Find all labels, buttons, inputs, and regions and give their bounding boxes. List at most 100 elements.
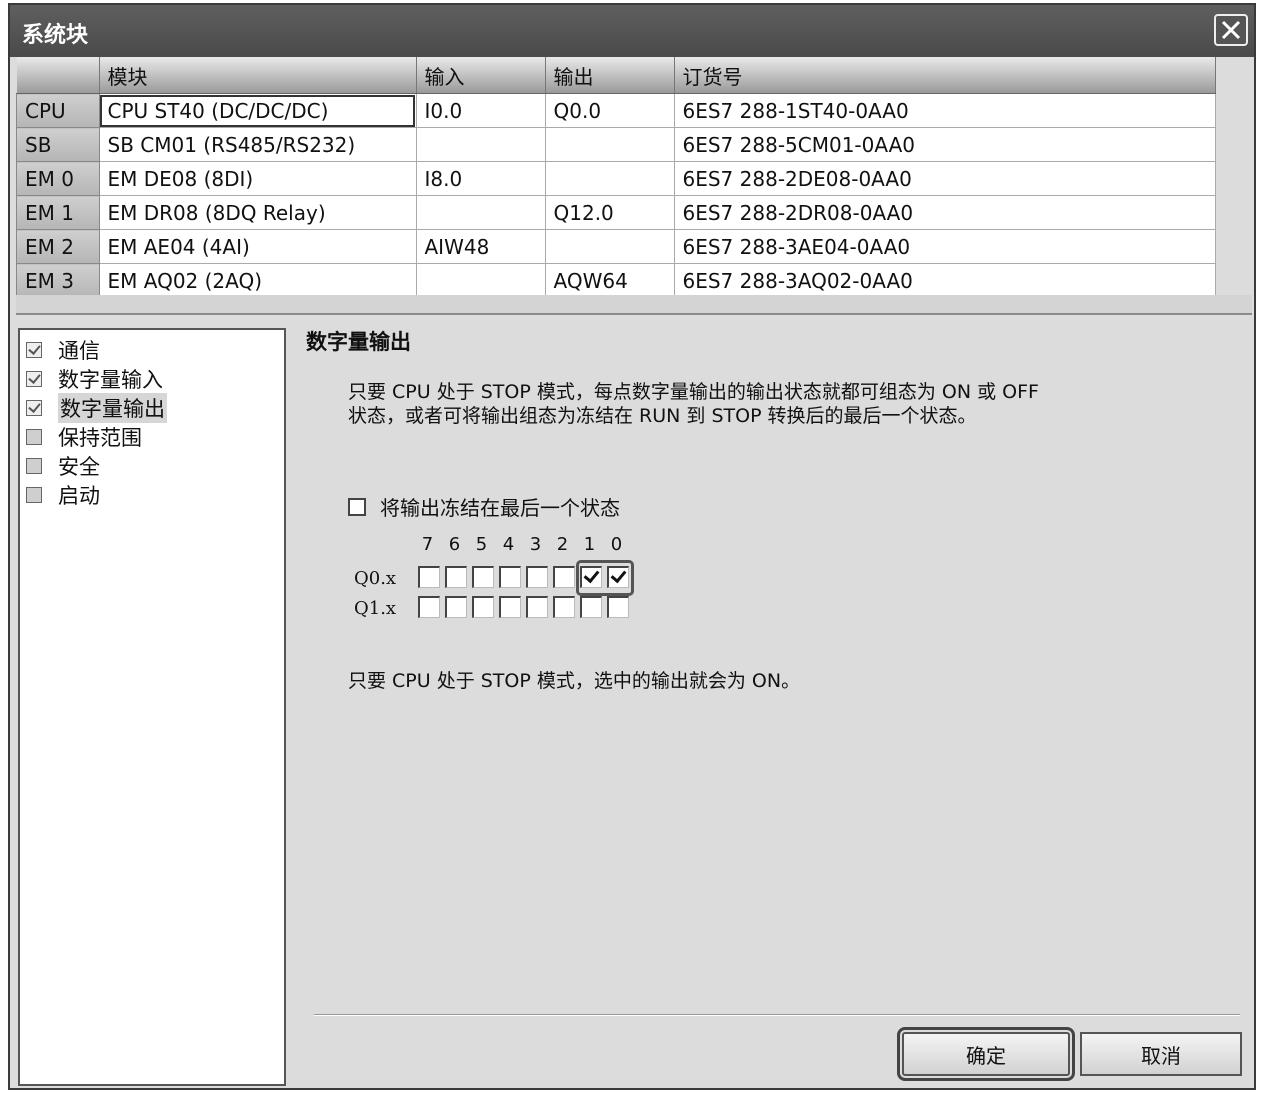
input-cell[interactable]: I8.0: [415, 161, 546, 196]
module-cell[interactable]: EM AQ02 (2AQ): [98, 263, 417, 298]
bit-checkbox[interactable]: [553, 566, 575, 588]
tree-item-label: 启动: [58, 484, 100, 508]
tree-item-label: 通信: [58, 339, 100, 363]
header-rowhead: [16, 57, 100, 94]
description-line-1: 只要 CPU 处于 STOP 模式，每点数字量输出的输出状态就都可组态为 ON …: [348, 381, 1039, 403]
module-cell[interactable]: EM DE08 (8DI): [98, 161, 417, 196]
order-cell[interactable]: 6ES7 288-2DE08-0AA0: [673, 161, 1216, 196]
system-block-dialog: 系统块 模块 输入 输出 订货号 CPU CPU ST40 (DC/DC/DC)…: [8, 3, 1256, 1090]
module-cell[interactable]: CPU ST40 (DC/DC/DC): [98, 93, 417, 128]
bit-number: 4: [502, 534, 515, 555]
output-cell[interactable]: Q0.0: [544, 93, 675, 128]
bit-checkbox[interactable]: [607, 596, 629, 618]
bit-checkbox[interactable]: [553, 596, 575, 618]
row-slot[interactable]: SB: [16, 127, 100, 162]
output-row-label: Q0.x: [354, 568, 397, 589]
output-cell[interactable]: AQW64: [544, 263, 675, 298]
tree-item-digital-input[interactable]: 数字量输入: [26, 365, 163, 393]
table-row[interactable]: EM 3 EM AQ02 (2AQ) AQW64 6ES7 288-3AQ02-…: [16, 263, 1216, 298]
input-cell[interactable]: [415, 127, 546, 162]
bit-checkbox[interactable]: [445, 566, 467, 588]
row-slot[interactable]: EM 1: [16, 195, 100, 230]
order-cell[interactable]: 6ES7 288-3AE04-0AA0: [673, 229, 1216, 264]
tree-item-label: 安全: [58, 455, 100, 479]
bit-checkbox[interactable]: [526, 566, 548, 588]
bit-checkbox[interactable]: [526, 596, 548, 618]
module-table: 模块 输入 输出 订货号 CPU CPU ST40 (DC/DC/DC) I0.…: [16, 57, 1216, 298]
tree-item-retentive-ranges[interactable]: 保持范围: [26, 423, 142, 451]
input-cell[interactable]: I0.0: [415, 93, 546, 128]
tree-item-digital-output[interactable]: 数字量输出: [26, 393, 167, 423]
input-cell[interactable]: [415, 263, 546, 298]
header-module: 模块: [99, 57, 417, 94]
input-cell[interactable]: [415, 195, 546, 230]
checked-icon: [26, 371, 42, 387]
order-cell[interactable]: 6ES7 288-2DR08-0AA0: [673, 195, 1216, 230]
section-title: 数字量输出: [306, 330, 411, 354]
close-icon: [1221, 20, 1241, 40]
title-bar[interactable]: 系统块: [10, 5, 1254, 57]
digital-output-panel: 数字量输出 只要 CPU 处于 STOP 模式，每点数字量输出的输出状态就都可组…: [296, 320, 1242, 1090]
splitter[interactable]: [16, 295, 1252, 315]
order-cell[interactable]: 6ES7 288-3AQ02-0AA0: [673, 263, 1216, 298]
row-slot[interactable]: CPU: [16, 93, 100, 128]
header-input: 输入: [416, 57, 546, 94]
module-cell[interactable]: EM DR08 (8DQ Relay): [98, 195, 417, 230]
module-cell[interactable]: EM AE04 (4AI): [98, 229, 417, 264]
checked-icon: [26, 342, 42, 358]
freeze-outputs-option[interactable]: 将输出冻结在最后一个状态: [348, 492, 620, 521]
output-cell[interactable]: Q12.0: [544, 195, 675, 230]
freeze-outputs-checkbox[interactable]: [348, 497, 366, 516]
cancel-button[interactable]: 取消: [1080, 1032, 1242, 1076]
order-cell[interactable]: 6ES7 288-1ST40-0AA0: [673, 93, 1216, 128]
bit-checkbox[interactable]: [472, 566, 494, 588]
bit-number: 3: [529, 534, 542, 555]
row-slot[interactable]: EM 0: [16, 161, 100, 196]
bit-number: 2: [556, 534, 569, 555]
highlight-frame: [576, 560, 634, 596]
tree-item-security[interactable]: 安全: [26, 452, 100, 480]
bit-number: 6: [448, 534, 461, 555]
table-row[interactable]: SB SB CM01 (RS485/RS232) 6ES7 288-5CM01-…: [16, 127, 1216, 162]
bit-number: 5: [475, 534, 488, 555]
table-row[interactable]: EM 1 EM DR08 (8DQ Relay) Q12.0 6ES7 288-…: [16, 195, 1216, 230]
description: 只要 CPU 处于 STOP 模式，每点数字量输出的输出状态就都可组态为 ON …: [348, 380, 1208, 428]
bit-number: 1: [583, 534, 596, 555]
bit-checkbox[interactable]: [499, 596, 521, 618]
bit-checkbox[interactable]: [418, 566, 440, 588]
module-cell[interactable]: SB CM01 (RS485/RS232): [98, 127, 417, 162]
tree-item-label: 数字量输出: [58, 393, 167, 423]
table-row[interactable]: EM 0 EM DE08 (8DI) I8.0 6ES7 288-2DE08-0…: [16, 161, 1216, 196]
order-cell[interactable]: 6ES7 288-5CM01-0AA0: [673, 127, 1216, 162]
bit-number: 7: [421, 534, 434, 555]
unchecked-icon: [26, 487, 42, 503]
unchecked-icon: [26, 429, 42, 445]
tree-item-label: 保持范围: [58, 426, 142, 450]
table-row[interactable]: EM 2 EM AE04 (4AI) AIW48 6ES7 288-3AE04-…: [16, 229, 1216, 264]
table-header-row: 模块 输入 输出 订货号: [16, 57, 1216, 94]
output-cell[interactable]: [544, 127, 675, 162]
tree-item-communication[interactable]: 通信: [26, 336, 100, 364]
row-slot[interactable]: EM 2: [16, 229, 100, 264]
output-cell[interactable]: [544, 161, 675, 196]
ok-button[interactable]: 确定: [897, 1027, 1075, 1081]
freeze-outputs-label: 将输出冻结在最后一个状态: [380, 496, 620, 520]
bit-checkbox[interactable]: [418, 596, 440, 618]
unchecked-icon: [26, 458, 42, 474]
bit-checkbox[interactable]: [445, 596, 467, 618]
table-row[interactable]: CPU CPU ST40 (DC/DC/DC) I0.0 Q0.0 6ES7 2…: [16, 93, 1216, 128]
tree-item-label: 数字量输入: [58, 368, 163, 392]
category-tree: 通信 数字量输入 数字量输出 保持范围 安全 启动: [18, 328, 286, 1086]
divider: [314, 1014, 1240, 1016]
output-cell[interactable]: [544, 229, 675, 264]
input-cell[interactable]: AIW48: [415, 229, 546, 264]
bit-number: 0: [610, 534, 623, 555]
bit-checkbox[interactable]: [580, 596, 602, 618]
row-slot[interactable]: EM 3: [16, 263, 100, 298]
output-row-label: Q1.x: [354, 598, 397, 619]
bit-checkbox[interactable]: [472, 596, 494, 618]
description-line-2: 状态，或者可将输出组态为冻结在 RUN 到 STOP 转换后的最后一个状态。: [348, 405, 977, 427]
close-button[interactable]: [1214, 14, 1248, 46]
bit-checkbox[interactable]: [499, 566, 521, 588]
tree-item-startup[interactable]: 启动: [26, 481, 100, 509]
